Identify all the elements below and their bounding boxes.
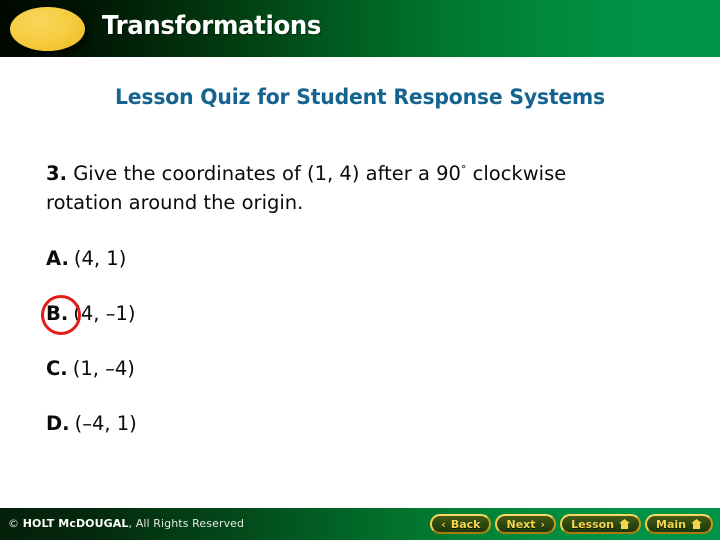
brand-name: HOLT McDOUGAL xyxy=(22,517,129,530)
back-button-label: Back xyxy=(450,517,481,531)
answer-choice-d[interactable]: D. (–4, 1) xyxy=(46,412,137,435)
footer-navigation: ‹ Back Next › Lesson Main xyxy=(430,513,713,535)
home-icon xyxy=(619,519,631,529)
slide-content: Lesson Quiz for Student Response Systems… xyxy=(0,57,720,508)
choice-letter-c: C. xyxy=(46,357,68,380)
lesson-button[interactable]: Lesson xyxy=(560,514,642,534)
main-button-label: Main xyxy=(656,517,686,531)
main-button[interactable]: Main xyxy=(645,514,713,534)
page-title: Transformations xyxy=(102,11,322,41)
question-text: 3. Give the coordinates of (1, 4) after … xyxy=(46,155,646,217)
degree-symbol: ° xyxy=(460,163,467,176)
choice-text-b: (4, –1) xyxy=(73,302,136,325)
copyright-symbol: © xyxy=(8,517,23,530)
choice-letter-b: B. xyxy=(46,302,69,325)
lesson-button-label: Lesson xyxy=(571,517,615,531)
choice-text-a: (4, 1) xyxy=(73,247,127,270)
next-button[interactable]: Next › xyxy=(495,514,557,534)
copyright-notice: © HOLT McDOUGAL, All Rights Reserved xyxy=(8,517,244,530)
chevron-left-icon: ‹ xyxy=(441,517,446,531)
choice-text-d: (–4, 1) xyxy=(74,412,137,435)
answer-choice-c[interactable]: C. (1, –4) xyxy=(46,357,135,380)
next-button-label: Next xyxy=(506,517,536,531)
ellipse-bullet-icon xyxy=(10,7,85,51)
chevron-right-icon: › xyxy=(540,517,546,531)
question-body-before: Give the coordinates of (1, 4) after a 9… xyxy=(73,162,461,185)
choice-text-c: (1, –4) xyxy=(72,357,135,380)
back-button[interactable]: ‹ Back xyxy=(430,514,492,534)
answer-choice-b[interactable]: B. (4, –1) xyxy=(46,302,135,325)
answer-choice-a[interactable]: A. (4, 1) xyxy=(46,247,126,270)
quiz-heading: Lesson Quiz for Student Response Systems xyxy=(115,85,605,109)
home-icon xyxy=(691,519,702,529)
question-number: 3. xyxy=(46,162,67,185)
slide-header: Transformations xyxy=(0,0,720,57)
rights-reserved: , All Rights Reserved xyxy=(128,517,245,530)
choice-letter-a: A. xyxy=(46,247,69,270)
choice-letter-d: D. xyxy=(46,412,70,435)
